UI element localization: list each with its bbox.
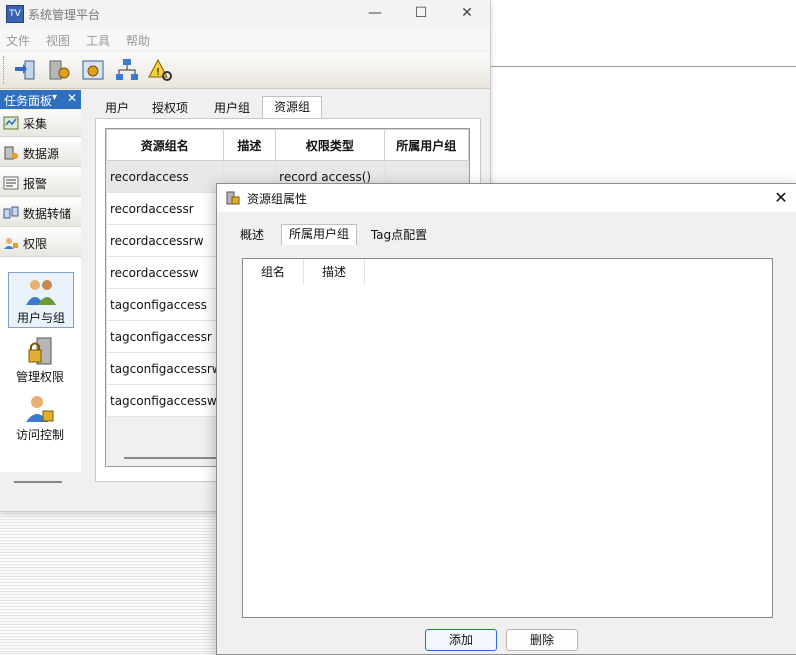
toolbar-grip[interactable] <box>3 56 7 84</box>
table-cell: tagconfigaccess <box>106 288 224 321</box>
network-icon[interactable] <box>114 57 140 83</box>
close-button[interactable]: ✕ <box>444 0 490 28</box>
manage-permission-icon <box>28 337 52 365</box>
item-label: 用户与组 <box>16 311 65 325</box>
category-datasource[interactable]: 数据源 <box>0 140 81 167</box>
menu-file[interactable]: 文件 <box>6 32 30 49</box>
category-label: 权限 <box>23 237 48 251</box>
title-bar[interactable]: TV 系统管理平台 — ☐ ✕ <box>0 0 490 28</box>
column-header[interactable]: 所属用户组 <box>383 129 469 161</box>
task-panel: 采集 数据源 报警 数据转储 权限 用户与组 管理权限 访问控制 <box>0 110 81 500</box>
table-horizontal-scrollbar[interactable] <box>124 457 224 459</box>
menu-tools[interactable]: 工具 <box>86 32 110 49</box>
pin-icon[interactable]: ▾ <box>52 92 57 103</box>
table-cell: recordaccessr <box>106 192 224 225</box>
table-cell: recordaccessw <box>106 256 224 289</box>
category-label: 报警 <box>23 177 48 191</box>
alarm-search-icon[interactable]: ! <box>148 57 174 83</box>
dialog-tab-tag-config[interactable]: Tag点配置 <box>363 226 435 245</box>
item-access-control[interactable]: 访问控制 <box>8 390 72 444</box>
gear-wrench-icon[interactable] <box>46 57 72 83</box>
panel-footer <box>0 472 81 502</box>
task-panel-close-icon[interactable]: ✕ <box>67 91 77 105</box>
sort-caret-icon: ⌄ <box>271 264 278 273</box>
menu-bar: 文件 视图 工具 帮助 <box>0 28 490 50</box>
app-icon: TV <box>6 5 24 23</box>
permission-icon <box>4 238 18 249</box>
dialog-tab-user-groups[interactable]: 所属用户组 <box>281 224 357 246</box>
arrow-swap-icon[interactable] <box>12 57 38 83</box>
table-cell: tagconfigaccessw <box>106 384 224 417</box>
add-button[interactable]: 添加 <box>425 629 497 651</box>
collect-icon <box>3 116 19 130</box>
menu-view[interactable]: 视图 <box>46 32 70 49</box>
category-alarm[interactable]: 报警 <box>0 170 81 197</box>
background-window <box>490 0 796 67</box>
users-groups-icon <box>26 280 56 305</box>
maximize-button[interactable]: ☐ <box>398 0 444 28</box>
dialog-title: 资源组属性 <box>247 192 308 206</box>
dialog-tab-overview[interactable]: 概述 <box>231 226 273 245</box>
column-header[interactable]: 权限类型 <box>275 129 385 161</box>
svg-text:!: ! <box>156 67 160 78</box>
category-label: 采集 <box>23 117 48 131</box>
tab-users[interactable]: 用户 <box>96 98 138 118</box>
datasource-icon <box>4 146 18 160</box>
item-label: 管理权限 <box>15 370 64 384</box>
column-header-group-name[interactable]: ⌄ 组名 <box>243 259 304 285</box>
background-window-area <box>490 67 796 187</box>
column-header[interactable]: 资源组名 <box>106 129 224 161</box>
alarm-icon <box>3 176 19 190</box>
dialog-title-bar[interactable]: 资源组属性 ✕ <box>217 184 796 212</box>
category-dump[interactable]: 数据转储 <box>0 200 81 227</box>
dialog-close-button[interactable]: ✕ <box>769 186 793 210</box>
tab-user-groups[interactable]: 用户组 <box>204 98 260 118</box>
column-header-description[interactable]: 描述 <box>304 259 365 285</box>
dump-icon <box>3 206 19 219</box>
table-cell: recordaccessrw <box>106 224 224 257</box>
category-permission[interactable]: 权限 <box>0 230 81 257</box>
dialog-icon <box>226 191 240 205</box>
category-collect[interactable]: 采集 <box>0 110 81 137</box>
column-header[interactable]: 描述 <box>222 129 277 161</box>
item-manage-permission[interactable]: 管理权限 <box>8 332 72 386</box>
window-title: 系统管理平台 <box>28 8 101 22</box>
delete-button[interactable]: 删除 <box>506 629 578 651</box>
category-label: 数据转储 <box>23 207 72 221</box>
tab-resource-groups[interactable]: 资源组 <box>262 96 322 119</box>
panel-scrollbar[interactable] <box>14 481 62 483</box>
category-label: 数据源 <box>23 147 60 161</box>
task-panel-header: 任务面板 ▾ ✕ <box>0 90 81 109</box>
table-cell: tagconfigaccessr <box>106 320 224 353</box>
access-control-icon <box>26 396 54 422</box>
dialog-tab-content: ⌄ 组名 描述 <box>227 245 790 618</box>
user-group-list[interactable]: ⌄ 组名 描述 <box>242 258 773 618</box>
task-panel-title: 任务面板 <box>4 94 53 108</box>
resource-group-properties-dialog: 资源组属性 ✕ 概述 所属用户组 Tag点配置 ⌄ 组名 描述 添加 删除 <box>216 183 796 655</box>
item-users-groups[interactable]: 用户与组 <box>8 272 74 328</box>
item-label: 访问控制 <box>15 428 64 442</box>
gear-settings-icon[interactable] <box>80 57 106 83</box>
menu-help[interactable]: 帮助 <box>126 32 150 49</box>
toolbar: ! <box>0 52 490 89</box>
table-cell: tagconfigaccessrw <box>106 352 224 385</box>
minimize-button[interactable]: — <box>352 0 398 28</box>
table-cell: recordaccess <box>106 160 224 193</box>
tab-authorization[interactable]: 授权项 <box>142 98 198 118</box>
